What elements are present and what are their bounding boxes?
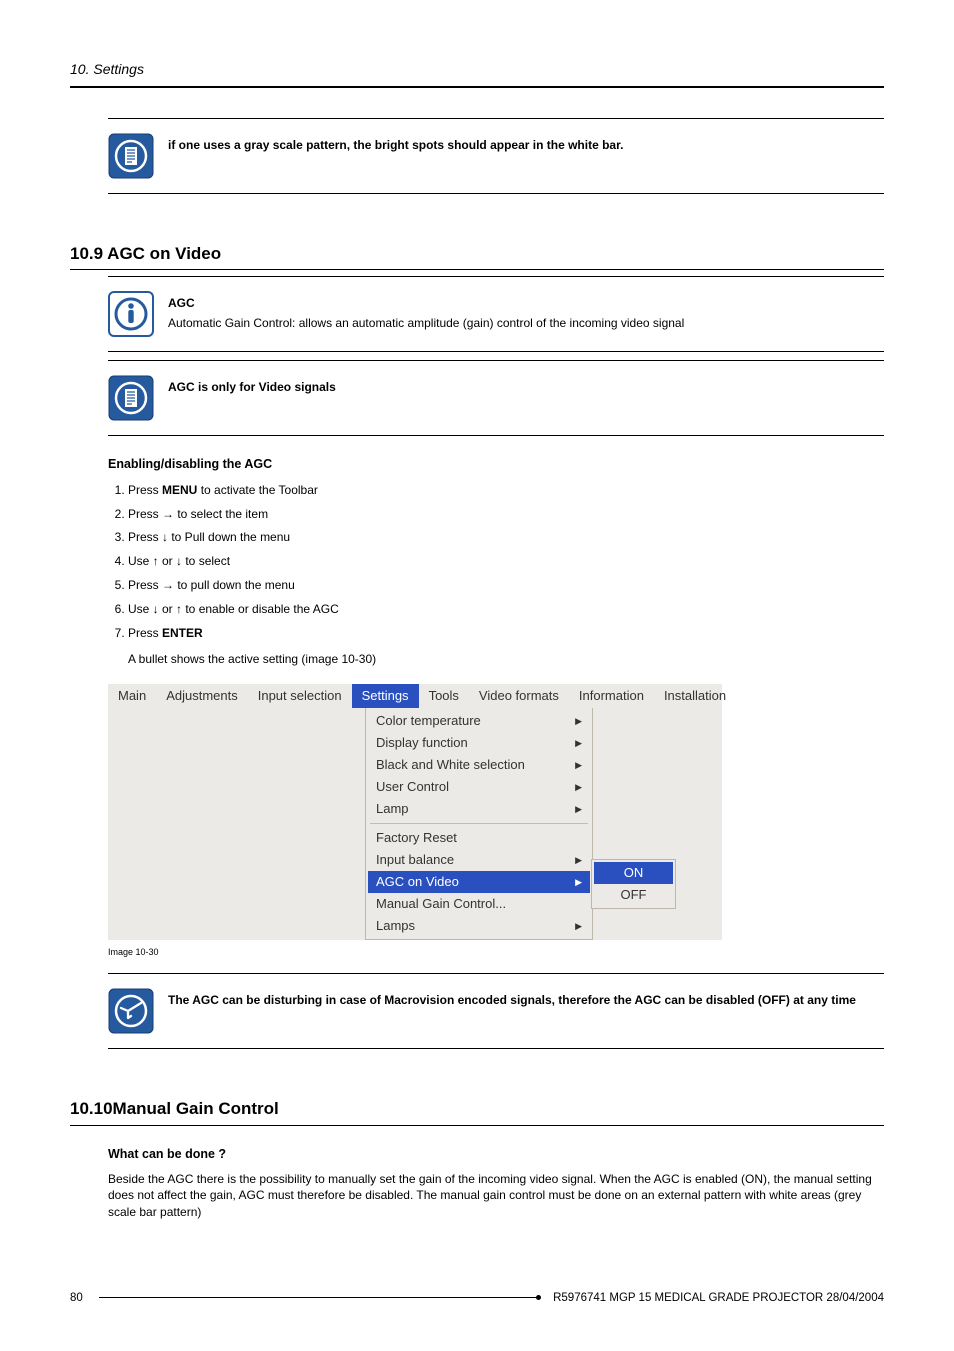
section-10-9-heading: 10.9 AGC on Video xyxy=(70,242,884,266)
step-item: Press ENTER xyxy=(128,625,884,642)
menu-item-label: Factory Reset xyxy=(376,829,457,847)
section-rule xyxy=(70,1125,884,1126)
step-item: Press → to pull down the menu xyxy=(128,577,884,594)
menu-item-lamp[interactable]: Lamp ▶ xyxy=(368,798,590,820)
agc-submenu: ONOFF xyxy=(591,859,676,909)
note-callout-grayscale: if one uses a gray scale pattern, the br… xyxy=(108,129,884,183)
tip-icon xyxy=(108,988,154,1034)
note-icon xyxy=(108,133,154,179)
menubar-item-installation[interactable]: Installation xyxy=(654,684,736,708)
submenu-item-off[interactable]: OFF xyxy=(594,884,673,906)
agc-tip-text: The AGC can be disturbing in case of Mac… xyxy=(168,988,884,1009)
submenu-arrow-icon: ▶ xyxy=(575,854,582,867)
callout-rule-top xyxy=(108,973,884,974)
menubar-item-adjustments[interactable]: Adjustments xyxy=(156,684,248,708)
image-caption: Image 10-30 xyxy=(108,946,884,959)
manual-gain-paragraph: Beside the AGC there is the possibility … xyxy=(108,1171,884,1220)
what-can-be-done-heading: What can be done ? xyxy=(108,1146,884,1164)
menu-item-lamps[interactable]: Lamps ▶ xyxy=(368,915,590,937)
menu-separator xyxy=(370,823,588,824)
menubar-item-input-selection[interactable]: Input selection xyxy=(248,684,352,708)
menu-item-label: Black and White selection xyxy=(376,756,525,774)
menu-item-input-balance[interactable]: Input balance ▶ xyxy=(368,849,590,871)
menubar-item-video-formats[interactable]: Video formats xyxy=(469,684,569,708)
menu-item-manual-gain-control[interactable]: Manual Gain Control... xyxy=(368,893,590,915)
menu-item-label: AGC on Video xyxy=(376,873,459,891)
enabling-disabling-heading: Enabling/disabling the AGC xyxy=(108,456,884,474)
menu-item-label: Lamps xyxy=(376,917,415,935)
info-icon xyxy=(108,291,154,337)
menu-item-label: Lamp xyxy=(376,800,409,818)
menu-screenshot: MainAdjustmentsInput selectionSettingsTo… xyxy=(108,684,722,940)
callout-rule-bottom xyxy=(108,435,884,436)
agc-tip-callout: The AGC can be disturbing in case of Mac… xyxy=(108,984,884,1038)
step-item: Press ↓ to Pull down the menu xyxy=(128,529,884,546)
menubar-item-tools[interactable]: Tools xyxy=(419,684,469,708)
submenu-arrow-icon: ▶ xyxy=(575,759,582,772)
section-rule xyxy=(70,269,884,270)
note-text: if one uses a gray scale pattern, the br… xyxy=(168,133,884,154)
agc-video-only-callout: AGC is only for Video signals xyxy=(108,371,884,425)
submenu-arrow-icon: ▶ xyxy=(575,803,582,816)
callout-rule-bottom xyxy=(108,1048,884,1049)
menu-item-color-temperature[interactable]: Color temperature ▶ xyxy=(368,710,590,732)
section-10-10-heading: 10.10Manual Gain Control xyxy=(70,1097,884,1121)
callout-rule-top xyxy=(108,118,884,119)
menubar-item-settings[interactable]: Settings xyxy=(352,684,419,708)
footer-rule xyxy=(99,1297,539,1298)
submenu-arrow-icon: ▶ xyxy=(575,781,582,794)
callout-rule-bottom xyxy=(108,193,884,194)
note-icon xyxy=(108,375,154,421)
agc-definition: Automatic Gain Control: allows an automa… xyxy=(168,315,884,332)
menu-item-agc-on-video[interactable]: AGC on Video ▶ xyxy=(368,871,590,893)
menubar-item-main[interactable]: Main xyxy=(108,684,156,708)
submenu-arrow-icon: ▶ xyxy=(575,876,582,889)
submenu-arrow-icon: ▶ xyxy=(575,737,582,750)
menubar: MainAdjustmentsInput selectionSettingsTo… xyxy=(108,684,722,708)
agc-term: AGC xyxy=(168,295,884,312)
menu-item-label: User Control xyxy=(376,778,449,796)
agc-definition-callout: AGC Automatic Gain Control: allows an au… xyxy=(108,287,884,341)
menu-item-display-function[interactable]: Display function ▶ xyxy=(368,732,590,754)
agc-video-only-text: AGC is only for Video signals xyxy=(168,375,884,396)
header-rule xyxy=(70,86,884,88)
submenu-arrow-icon: ▶ xyxy=(575,715,582,728)
steps-list: Press MENU to activate the Toolbar Press … xyxy=(108,482,884,642)
footer-doc-id: R5976741 MGP 15 MEDICAL GRADE PROJECTOR … xyxy=(553,1290,884,1306)
callout-rule-bottom xyxy=(108,351,884,352)
page-number: 80 xyxy=(70,1290,83,1306)
callout-rule-top xyxy=(108,276,884,277)
step-item: Press → to select the item xyxy=(128,506,884,523)
step-item: Use ↓ or ↑ to enable or disable the AGC xyxy=(128,601,884,618)
submenu-item-on[interactable]: ON xyxy=(594,862,673,884)
menu-item-label: Input balance xyxy=(376,851,454,869)
menu-item-user-control[interactable]: User Control ▶ xyxy=(368,776,590,798)
menu-item-label: Manual Gain Control... xyxy=(376,895,506,913)
running-header: 10. Settings xyxy=(70,60,884,80)
menu-item-black-and-white-selection[interactable]: Black and White selection ▶ xyxy=(368,754,590,776)
step-item: Press MENU to activate the Toolbar xyxy=(128,482,884,499)
menu-item-label: Display function xyxy=(376,734,468,752)
step-item: Use ↑ or ↓ to select xyxy=(128,553,884,570)
settings-dropdown: Color temperature▶Display function▶Black… xyxy=(365,708,593,940)
submenu-arrow-icon: ▶ xyxy=(575,920,582,933)
page-footer: 80 R5976741 MGP 15 MEDICAL GRADE PROJECT… xyxy=(70,1290,884,1306)
result-line: A bullet shows the active setting (image… xyxy=(128,651,884,668)
menu-item-label: Color temperature xyxy=(376,712,481,730)
callout-rule-top xyxy=(108,360,884,361)
menu-item-factory-reset[interactable]: Factory Reset xyxy=(368,827,590,849)
menubar-item-information[interactable]: Information xyxy=(569,684,654,708)
